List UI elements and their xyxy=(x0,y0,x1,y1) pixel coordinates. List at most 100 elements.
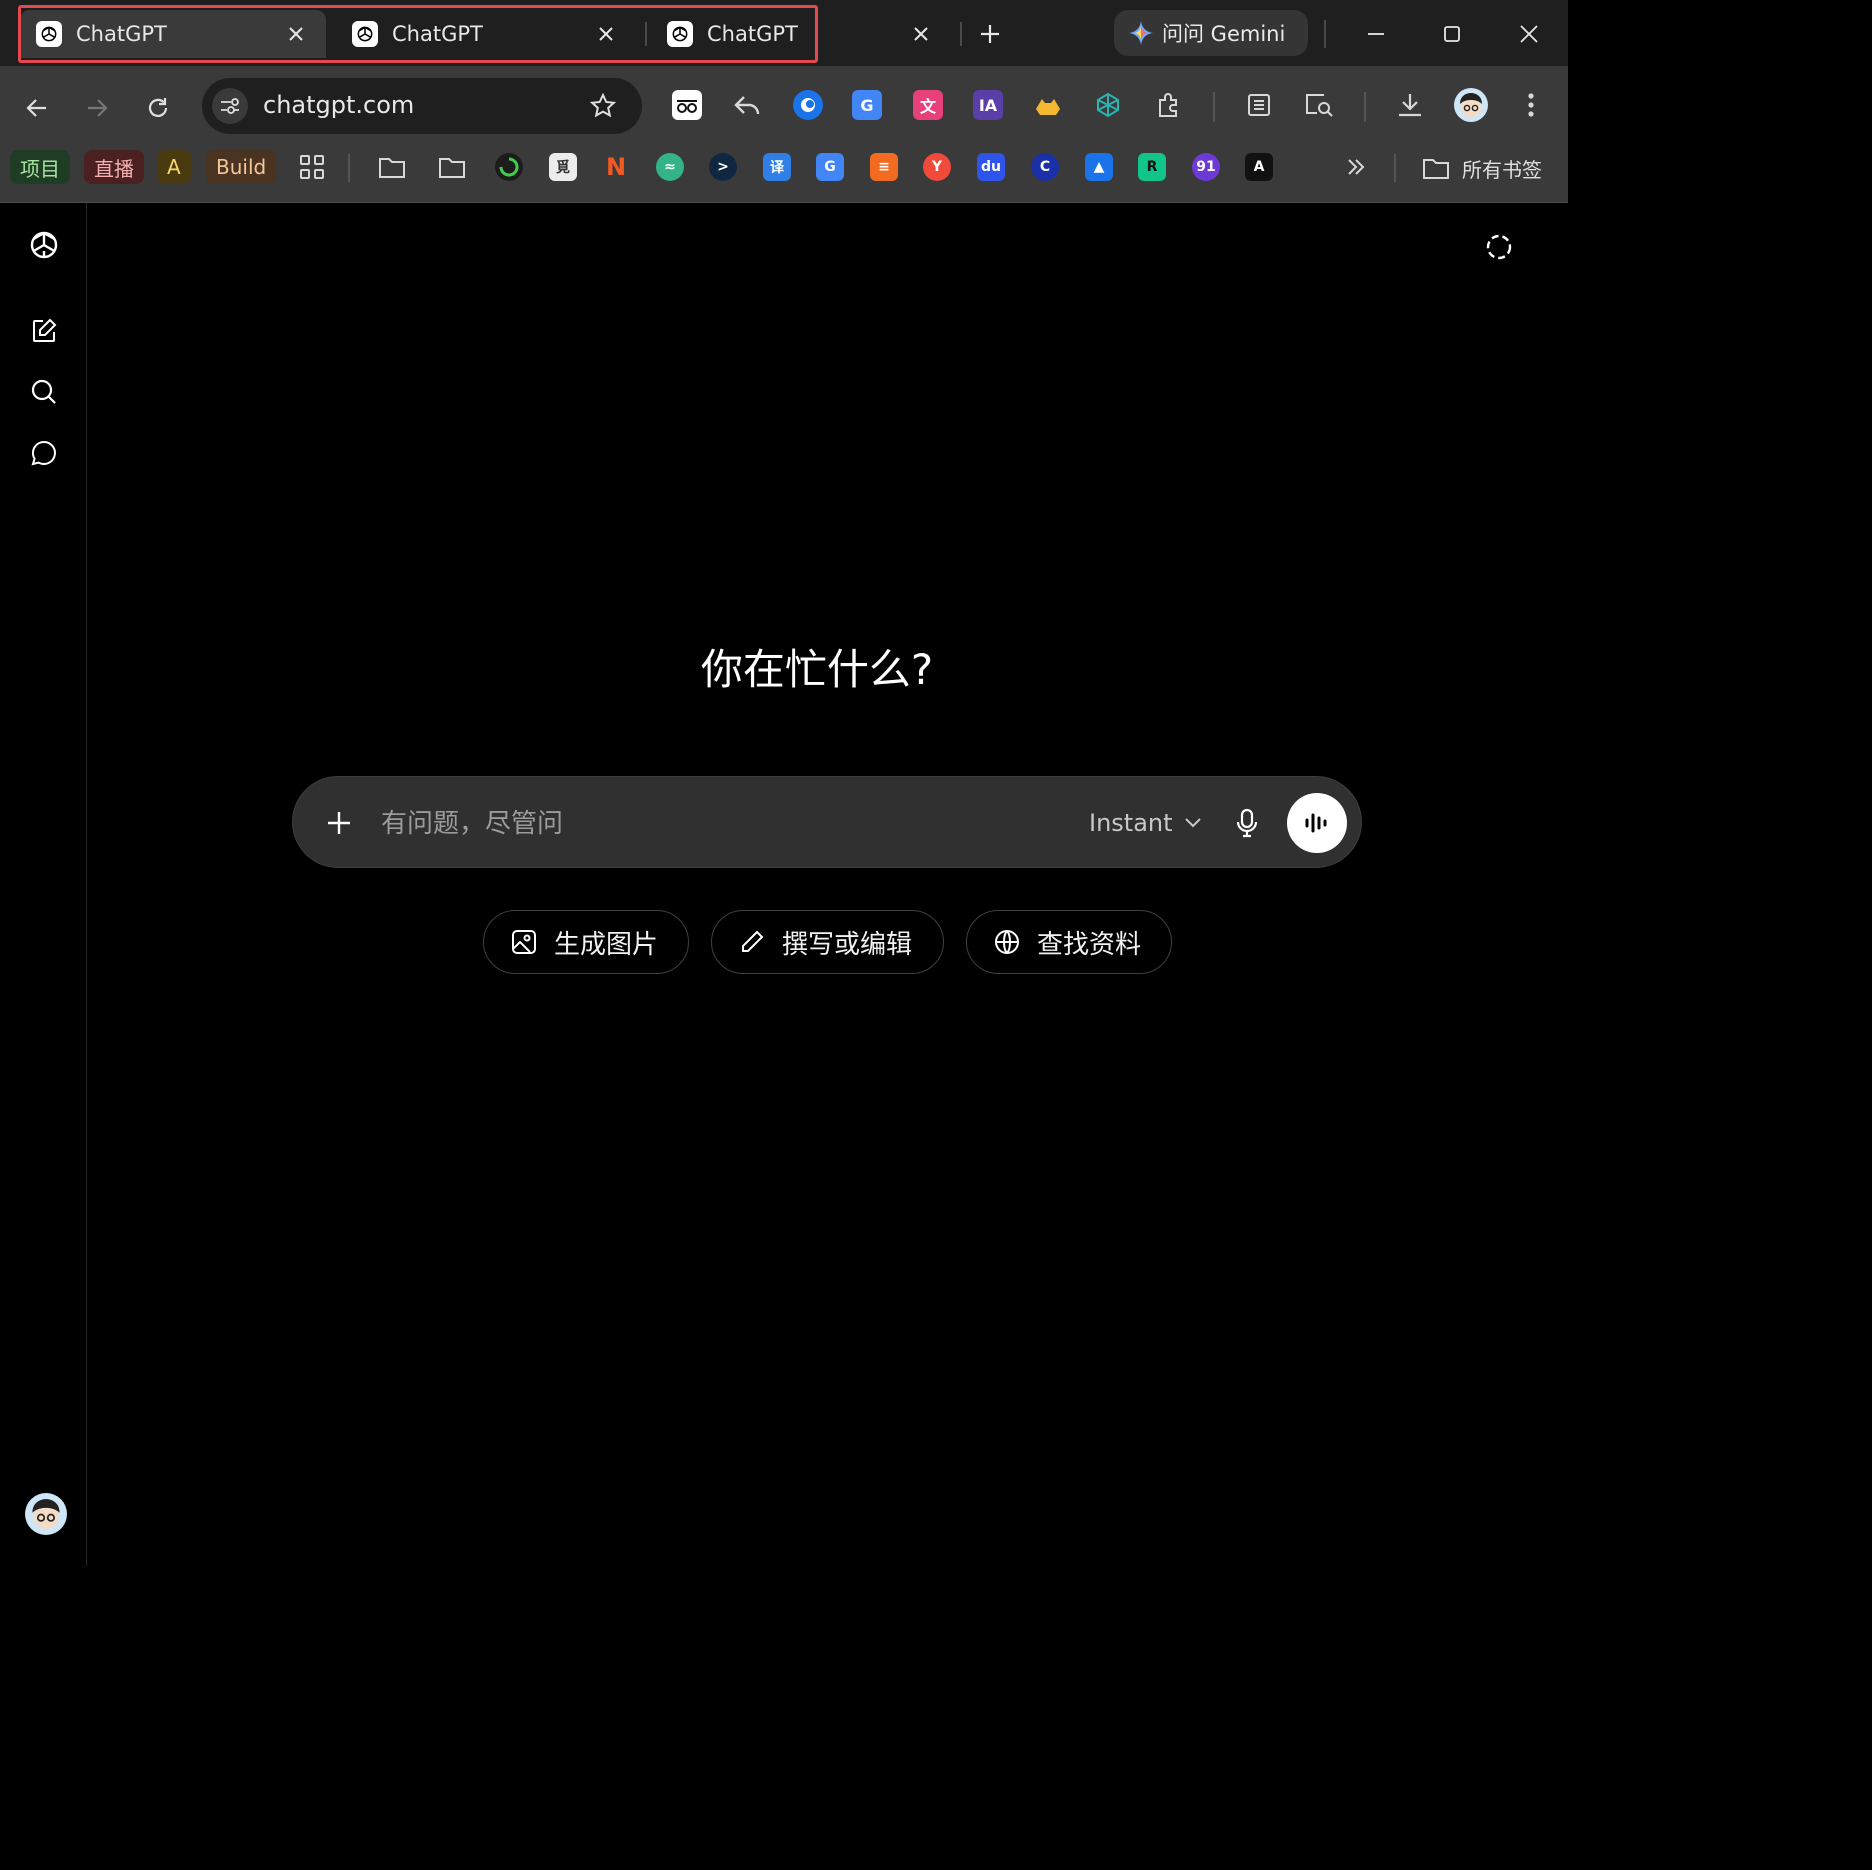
plus-attach-icon[interactable] xyxy=(323,807,355,839)
close-icon[interactable] xyxy=(284,22,308,46)
chevron-double-right-icon[interactable] xyxy=(1340,150,1372,184)
toolbar-separator xyxy=(1364,92,1366,122)
seal-site-icon[interactable]: 覓 xyxy=(549,153,577,181)
close-icon[interactable] xyxy=(594,22,618,46)
terminal-site-icon[interactable]: > xyxy=(709,153,737,181)
openai-logo-icon xyxy=(36,21,62,47)
tab-title: ChatGPT xyxy=(392,22,483,46)
edge-style-extension-icon[interactable] xyxy=(793,90,823,120)
tab-chatgpt-3[interactable]: ChatGPT xyxy=(651,10,951,58)
page-headline: 你在忙什么? xyxy=(700,645,934,694)
black-a-site-icon[interactable]: A xyxy=(1245,153,1273,181)
url-text[interactable]: chatgpt.com xyxy=(263,91,414,119)
cat-extension-icon[interactable] xyxy=(1033,90,1063,120)
back-arrow-icon[interactable] xyxy=(17,88,57,128)
y-site-icon[interactable]: Y xyxy=(923,153,951,181)
n-site-icon[interactable]: N xyxy=(602,153,630,181)
chip-label: 撰写或编辑 xyxy=(782,929,913,960)
address-bar[interactable]: chatgpt.com xyxy=(202,78,642,134)
tab-separator xyxy=(645,22,647,46)
bookmark-folder-projects[interactable]: 项目 xyxy=(10,150,70,184)
folder-icon[interactable] xyxy=(376,150,408,184)
green-loader-site-icon[interactable] xyxy=(495,153,523,181)
model-selector[interactable]: Instant xyxy=(1089,805,1201,841)
toolbar-separator xyxy=(1213,92,1215,122)
reload-icon[interactable] xyxy=(138,88,178,128)
browser-menu-kebab-icon[interactable] xyxy=(1516,90,1546,120)
openai-logo-icon[interactable] xyxy=(22,223,66,267)
google-translate-extension-icon[interactable]: G xyxy=(852,90,882,120)
site-settings-icon[interactable] xyxy=(212,88,248,124)
apps-grid-icon[interactable] xyxy=(296,150,328,184)
window-close-icon[interactable] xyxy=(1513,18,1545,50)
bookmark-folder-a[interactable]: A xyxy=(157,150,191,184)
glasses-extension-icon[interactable] xyxy=(672,90,702,120)
folder-icon xyxy=(1422,156,1450,180)
download-icon[interactable] xyxy=(1395,90,1425,120)
bookmark-folder-build[interactable]: Build xyxy=(206,150,277,184)
find-information-chip[interactable]: 查找资料 xyxy=(966,910,1172,974)
image-icon xyxy=(510,928,538,956)
ask-gemini-button[interactable]: 问问 Gemini xyxy=(1114,10,1308,56)
tab-title: ChatGPT xyxy=(707,22,798,46)
model-label: Instant xyxy=(1089,809,1173,837)
mountain-site-icon[interactable]: ▲ xyxy=(1085,153,1113,181)
chevron-down-icon xyxy=(1184,818,1201,828)
translate-pink-extension-icon[interactable]: 文 xyxy=(913,90,943,120)
chip-label: 查找资料 xyxy=(1037,929,1142,960)
profile-avatar-icon[interactable] xyxy=(1454,88,1488,122)
pencil-icon xyxy=(738,928,766,956)
puzzle-extensions-icon[interactable] xyxy=(1154,90,1184,120)
prompt-composer: Instant xyxy=(292,776,1362,868)
new-tab-plus-icon[interactable] xyxy=(974,18,1006,50)
reply-arrow-extension-icon[interactable] xyxy=(732,90,762,120)
tab-chatgpt-2[interactable]: ChatGPT xyxy=(336,10,636,58)
bookmark-separator xyxy=(348,154,350,182)
search-icon[interactable] xyxy=(22,370,66,414)
bookmark-label: 项目 xyxy=(20,156,60,181)
minimize-icon[interactable] xyxy=(1360,18,1392,50)
google-translate-site-icon[interactable]: G xyxy=(816,153,844,181)
bookmark-separator xyxy=(1394,154,1396,182)
forward-arrow-icon[interactable] xyxy=(77,88,117,128)
ia-extension-icon[interactable]: IA xyxy=(973,90,1003,120)
reading-list-icon[interactable] xyxy=(1244,90,1274,120)
bookmark-folder-live[interactable]: 直播 xyxy=(84,150,144,184)
bookmark-label: 直播 xyxy=(94,156,134,181)
translate-site-icon[interactable]: 译 xyxy=(763,153,791,181)
close-icon[interactable] xyxy=(909,22,933,46)
temporary-chat-dashed-circle-icon[interactable] xyxy=(1480,228,1518,266)
browser-toolbar: chatgpt.com G 文 IA 项目 直播 A Build 覓 N ≈ >… xyxy=(0,66,1568,203)
maximize-icon[interactable] xyxy=(1436,18,1468,50)
gemini-sparkle-icon xyxy=(1128,20,1154,46)
bookmark-star-icon[interactable] xyxy=(588,91,618,121)
bookmark-label: Build xyxy=(216,155,267,179)
91-site-icon[interactable]: 91 xyxy=(1192,153,1220,181)
all-bookmarks-button[interactable]: 所有书签 xyxy=(1422,152,1542,184)
sidebar xyxy=(0,203,87,1566)
folder-icon[interactable] xyxy=(436,150,468,184)
openai-logo-icon xyxy=(352,21,378,47)
network-extension-icon[interactable] xyxy=(1093,90,1123,120)
user-avatar[interactable] xyxy=(25,1493,67,1535)
r-site-icon[interactable]: R xyxy=(1138,153,1166,181)
window-controls-separator xyxy=(1324,20,1326,48)
c-site-icon[interactable]: C xyxy=(1031,153,1059,181)
tab-strip: ChatGPT ChatGPT ChatGPT 问问 Gemini xyxy=(0,0,1568,66)
openai-logo-icon xyxy=(667,21,693,47)
tab-search-icon[interactable] xyxy=(1304,90,1334,120)
tab-title: ChatGPT xyxy=(76,22,167,46)
orange-site-icon[interactable]: ≡ xyxy=(870,153,898,181)
baidu-paw-site-icon[interactable]: du xyxy=(977,153,1005,181)
chat-bubble-icon[interactable] xyxy=(22,431,66,475)
ask-gemini-label: 问问 Gemini xyxy=(1162,22,1286,46)
voice-mode-waveform-icon[interactable] xyxy=(1287,793,1347,853)
tab-chatgpt-1[interactable]: ChatGPT xyxy=(20,10,326,58)
wave-site-icon[interactable]: ≈ xyxy=(656,153,684,181)
generate-image-chip[interactable]: 生成图片 xyxy=(483,910,689,974)
chip-label: 生成图片 xyxy=(554,929,659,960)
new-chat-edit-icon[interactable] xyxy=(22,309,66,353)
write-or-edit-chip[interactable]: 撰写或编辑 xyxy=(711,910,944,974)
prompt-input[interactable] xyxy=(379,801,1043,847)
microphone-icon[interactable] xyxy=(1229,805,1265,841)
